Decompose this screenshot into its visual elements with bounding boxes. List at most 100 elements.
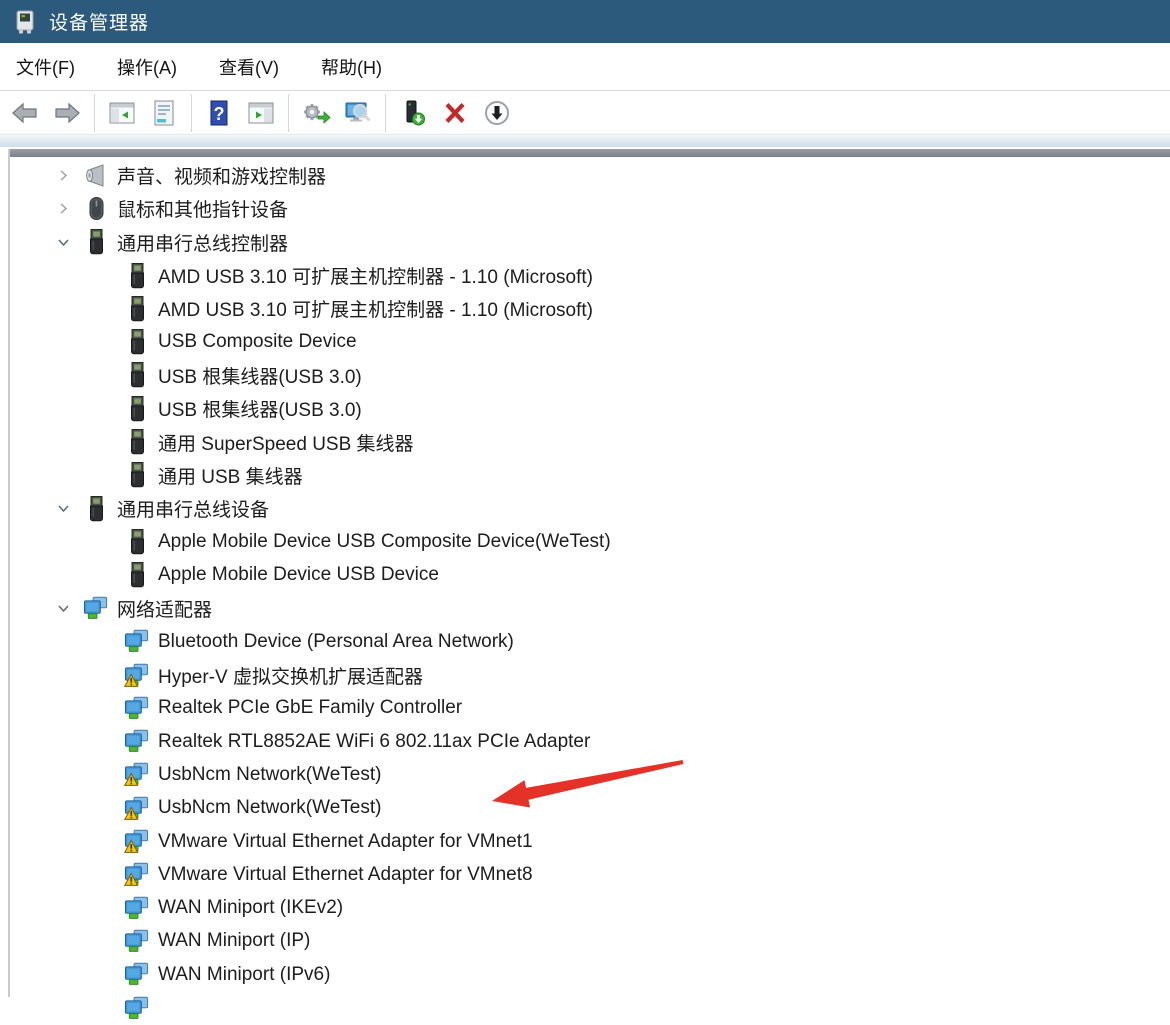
tree-device-row[interactable]: VMware Virtual Ethernet Adapter for VMne… (10, 858, 1170, 891)
menu-bar: 文件(F) 操作(A) 查看(V) 帮助(H) (0, 43, 1170, 91)
usb-icon (83, 228, 109, 257)
tree-device-row[interactable]: Hyper-V 虚拟交换机扩展适配器 (10, 658, 1170, 691)
network-icon (124, 894, 150, 923)
tree-device-row[interactable]: 通用 USB 集线器 (10, 459, 1170, 492)
toolbar: ? (0, 91, 1170, 134)
tree-device-row[interactable]: AMD USB 3.10 可扩展主机控制器 - 1.10 (Microsoft) (10, 259, 1170, 292)
network-warning-icon (124, 827, 150, 856)
menu-help[interactable]: 帮助(H) (315, 49, 388, 85)
network-icon (124, 727, 150, 756)
tree-category-row[interactable]: 通用串行总线设备 (10, 492, 1170, 525)
show-hide-action-pane-button[interactable] (240, 93, 282, 133)
device-label: USB 根集线器(USB 3.0) (158, 395, 362, 422)
tree-category-row[interactable]: 声音、视频和游戏控制器 (10, 159, 1170, 192)
device-label: 通用串行总线设备 (117, 495, 269, 522)
device-label: 通用串行总线控制器 (117, 229, 288, 256)
usb-icon (124, 527, 150, 556)
tree-device-row[interactable]: USB 根集线器(USB 3.0) (10, 359, 1170, 392)
device-tree-panel: 声音、视频和游戏控制器鼠标和其他指针设备通用串行总线控制器 AMD USB 3.1… (0, 148, 1170, 996)
tree-category-row[interactable]: 通用串行总线控制器 (10, 226, 1170, 259)
scan-hardware-changes-button[interactable] (337, 93, 379, 133)
network-warning-icon (124, 860, 150, 889)
tree-device-row[interactable]: Realtek RTL8852AE WiFi 6 802.11ax PCIe A… (10, 725, 1170, 758)
help-button[interactable]: ? (198, 93, 240, 133)
tree-device-row[interactable]: Apple Mobile Device USB Composite Device… (10, 525, 1170, 558)
tree-device-row[interactable]: USB Composite Device (10, 325, 1170, 358)
uninstall-device-button[interactable] (434, 93, 476, 133)
show-hide-console-tree-button[interactable] (101, 93, 143, 133)
network-icon (124, 960, 150, 989)
back-icon (10, 98, 40, 128)
tree-category-row[interactable]: 鼠标和其他指针设备 (10, 192, 1170, 225)
tree-device-row[interactable]: Realtek PCIe GbE Family Controller (10, 692, 1170, 725)
device-label: 鼠标和其他指针设备 (117, 195, 288, 222)
uninstall-device-icon (440, 98, 470, 128)
toolbar-separator (288, 94, 289, 132)
tree-category-row[interactable]: 网络适配器 (10, 592, 1170, 625)
device-label: UsbNcm Network(WeTest) (158, 764, 381, 786)
device-label: VMware Virtual Ethernet Adapter for VMne… (158, 831, 533, 853)
usb-icon (124, 294, 150, 323)
usb-icon (124, 361, 150, 390)
forward-button[interactable] (46, 93, 88, 133)
device-label: 通用 SuperSpeed USB 集线器 (158, 429, 414, 456)
toolbar-strip (0, 134, 1170, 147)
device-label: Hyper-V 虚拟交换机扩展适配器 (158, 662, 423, 689)
disable-device-button[interactable] (476, 93, 518, 133)
menu-action[interactable]: 操作(A) (111, 49, 183, 85)
network-icon (124, 627, 150, 656)
tree-device-row[interactable]: AMD USB 3.10 可扩展主机控制器 - 1.10 (Microsoft) (10, 292, 1170, 325)
console-tree-icon (107, 98, 137, 128)
device-label: Apple Mobile Device USB Device (158, 564, 439, 586)
usb-icon (124, 428, 150, 457)
tree-device-row[interactable]: WAN Miniport (IP) (10, 925, 1170, 958)
add-drivers-icon (398, 98, 428, 128)
device-label: WAN Miniport (IP) (158, 930, 310, 952)
device-label: WAN Miniport (IKEv2) (158, 897, 343, 919)
usb-icon (124, 394, 150, 423)
tree-device-row[interactable]: Apple Mobile Device USB Device (10, 559, 1170, 592)
chevron-down-icon[interactable] (54, 234, 71, 251)
mouse-icon (83, 194, 109, 223)
chevron-right-icon[interactable] (54, 167, 71, 184)
device-label: Realtek RTL8852AE WiFi 6 802.11ax PCIe A… (158, 731, 590, 753)
help-icon: ? (204, 98, 234, 128)
usb-icon (83, 494, 109, 523)
tree-device-row[interactable]: Bluetooth Device (Personal Area Network) (10, 625, 1170, 658)
toolbar-separator (191, 94, 192, 132)
tree-device-row[interactable]: WAN Miniport (IPv6) (10, 958, 1170, 991)
tree-device-row[interactable]: USB 根集线器(USB 3.0) (10, 392, 1170, 425)
disable-device-icon (482, 98, 512, 128)
network-icon (124, 927, 150, 956)
properties-icon (149, 98, 179, 128)
device-label: VMware Virtual Ethernet Adapter for VMne… (158, 864, 533, 886)
forward-icon (52, 98, 82, 128)
window-title: 设备管理器 (49, 8, 149, 35)
update-driver-icon (301, 98, 331, 128)
speaker-icon (83, 161, 109, 190)
tree-device-row[interactable]: UsbNcm Network(WeTest) (10, 792, 1170, 825)
chevron-right-icon[interactable] (54, 200, 71, 217)
usb-icon (124, 461, 150, 490)
tree-device-row[interactable] (10, 991, 1170, 1024)
network-icon (124, 694, 150, 723)
partially-scrolled-row (10, 149, 1170, 157)
tree-device-row[interactable]: VMware Virtual Ethernet Adapter for VMne… (10, 825, 1170, 858)
menu-view[interactable]: 查看(V) (213, 49, 285, 85)
toolbar-separator (385, 94, 386, 132)
tree-device-row[interactable]: WAN Miniport (IKEv2) (10, 892, 1170, 925)
usb-icon (124, 561, 150, 590)
chevron-down-icon[interactable] (54, 600, 71, 617)
properties-button[interactable] (143, 93, 185, 133)
add-drivers-button[interactable] (392, 93, 434, 133)
update-driver-button[interactable] (295, 93, 337, 133)
back-button[interactable] (4, 93, 46, 133)
tree-device-row[interactable]: UsbNcm Network(WeTest) (10, 758, 1170, 791)
device-tree: 声音、视频和游戏控制器鼠标和其他指针设备通用串行总线控制器 AMD USB 3.1… (10, 157, 1170, 1025)
usb-icon (124, 328, 150, 357)
menu-file[interactable]: 文件(F) (10, 49, 81, 85)
network-icon (124, 994, 150, 1023)
device-label: WAN Miniport (IPv6) (158, 964, 330, 986)
chevron-down-icon[interactable] (54, 500, 71, 517)
tree-device-row[interactable]: 通用 SuperSpeed USB 集线器 (10, 425, 1170, 458)
